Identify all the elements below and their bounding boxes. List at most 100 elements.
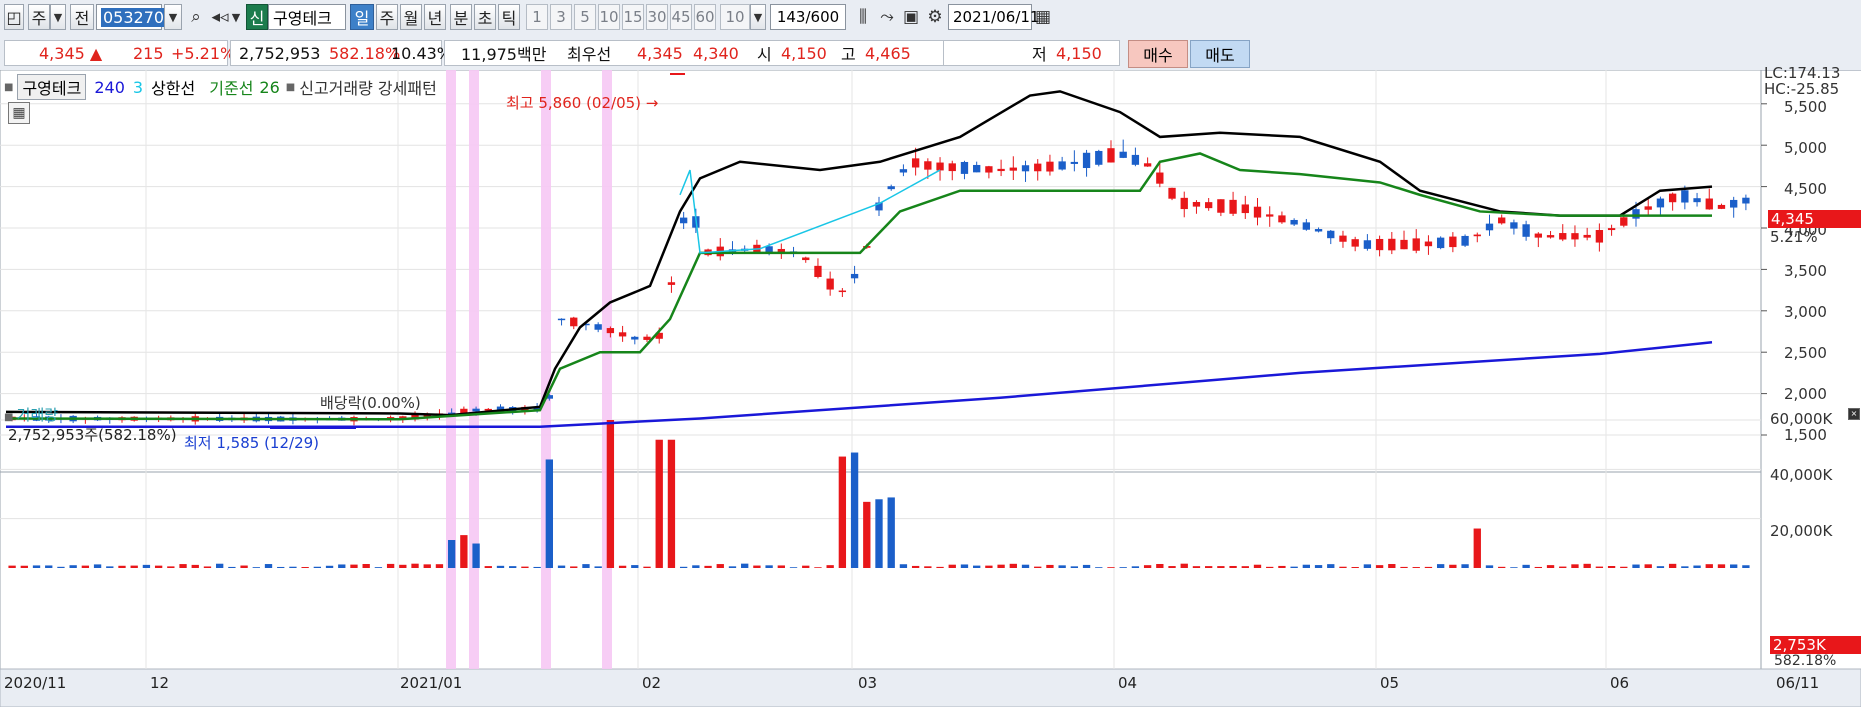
x-axis-label: 06	[1610, 674, 1630, 692]
period-day-button[interactable]: 일	[350, 4, 374, 30]
speaker-icon[interactable]: ◂◃	[210, 4, 230, 30]
interval-15-button[interactable]: 15	[622, 4, 644, 30]
candle-body	[899, 169, 908, 173]
high-label: 고	[841, 45, 856, 64]
sell-button[interactable]: 매도	[1190, 40, 1250, 68]
date-input[interactable]: 2021/06/11	[948, 4, 1039, 30]
chart-canvas[interactable]	[0, 70, 1861, 707]
price-tick: 1,500	[1784, 426, 1827, 444]
volume-bar	[924, 566, 932, 568]
volume-bar	[814, 567, 822, 568]
candle-body	[1717, 204, 1726, 209]
open-label: 시	[757, 45, 772, 64]
candle-body	[631, 336, 639, 340]
save-icon[interactable]: ▣	[900, 4, 922, 30]
legend-upper-line[interactable]: 상한선	[151, 75, 195, 99]
interval-45-button[interactable]: 45	[670, 4, 692, 30]
buy-button[interactable]: 매수	[1128, 40, 1188, 68]
interval-3-button[interactable]: 3	[550, 4, 572, 30]
period-minute-button[interactable]: 분	[450, 4, 472, 30]
indicator-icon[interactable]: ⤳	[876, 4, 898, 30]
candle-body	[887, 186, 895, 190]
volume-bar	[1180, 563, 1188, 568]
volume-bar	[1290, 566, 1298, 568]
interval-30-button[interactable]: 30	[646, 4, 668, 30]
candle-type-icon[interactable]: ⫼	[852, 4, 874, 30]
volume-bar	[777, 565, 785, 568]
data-count-field[interactable]: 143/600	[770, 4, 846, 30]
candle-body	[472, 408, 480, 412]
volume-bar	[203, 566, 212, 568]
window-menu-icon[interactable]: ◰	[4, 4, 24, 30]
period-week-button[interactable]: 주	[376, 4, 398, 30]
volume-tick: 20,000K	[1770, 522, 1833, 540]
gear-icon[interactable]: ⚙	[924, 4, 946, 30]
volume-bar	[1070, 566, 1079, 568]
legend-ma3[interactable]: 3	[133, 78, 143, 97]
stock-code-input[interactable]: 053270	[96, 4, 167, 30]
chart-area[interactable]: ■ 구영테크 240 3 상한선 기준선 26 ■ 신고거래량 강세패턴 ▦ 최…	[0, 64, 1861, 707]
new-stock-button[interactable]: 신	[246, 4, 268, 30]
volume-bar	[789, 567, 798, 568]
volume-bar	[1192, 566, 1201, 568]
candle-body	[924, 161, 932, 170]
legend-stock-name[interactable]: 구영테크	[17, 74, 87, 100]
prev-button[interactable]: 전	[70, 4, 94, 30]
legend-base-period[interactable]: 26	[259, 78, 279, 97]
candle-body	[1424, 241, 1433, 247]
volume-bar	[1302, 564, 1311, 568]
volume-bar	[228, 566, 236, 568]
volume-bar	[1156, 563, 1164, 568]
candle-body	[1107, 148, 1115, 163]
candle-body	[1510, 222, 1518, 229]
legend-ma240[interactable]: 240	[94, 78, 125, 97]
table-grid-icon[interactable]: ▦	[8, 102, 30, 124]
current-volume-pct: 582.18%	[1774, 653, 1837, 669]
period-year-button[interactable]: 년	[424, 4, 446, 30]
volume-bar	[1717, 564, 1726, 568]
market-type-select[interactable]: 주	[28, 4, 50, 30]
dividend-label: 배당락(0.00%)	[320, 394, 421, 412]
volume-bar	[1583, 563, 1591, 568]
search-icon[interactable]: ⌕	[184, 4, 208, 30]
legend-base-line[interactable]: 기준선	[209, 75, 253, 99]
legend-square-icon: ■	[285, 81, 296, 93]
volume-bar	[557, 565, 566, 568]
candle-body	[1290, 219, 1298, 225]
volume-bar	[374, 567, 383, 568]
x-axis-end-label: 06/11	[1776, 674, 1820, 692]
volume-bar	[1595, 566, 1604, 568]
volume-bar	[753, 565, 761, 568]
chevron-down-icon[interactable]: ▼	[164, 4, 182, 30]
legend-pattern[interactable]: 신고거래량 강세패턴	[299, 75, 437, 99]
stock-name-field[interactable]: 구영테크	[268, 4, 346, 30]
close-icon[interactable]: ×	[1848, 408, 1860, 420]
legend-square-icon: ■	[4, 81, 14, 93]
x-axis-label: 05	[1380, 674, 1400, 692]
volume-bar	[618, 565, 627, 568]
volume-bar	[191, 564, 199, 568]
interval-1-button[interactable]: 1	[526, 4, 548, 30]
interval-10-button[interactable]: 10	[598, 4, 620, 30]
interval-5-button[interactable]: 5	[574, 4, 596, 30]
interval-60-button[interactable]: 60	[694, 4, 716, 30]
chevron-down-icon[interactable]: ▼	[750, 4, 766, 30]
candle-body	[1644, 206, 1652, 210]
candle-body	[1266, 214, 1274, 217]
volume-tick: 60,000K	[1770, 410, 1833, 428]
candle-body	[557, 318, 566, 321]
candle-body	[1473, 234, 1481, 237]
volume-bar	[1498, 566, 1506, 568]
current-pct-label: 5.21%	[1770, 228, 1818, 246]
price-tick: 3,000	[1784, 303, 1827, 321]
calendar-icon[interactable]: ▦	[1032, 4, 1054, 30]
period-tick-button[interactable]: 틱	[498, 4, 520, 30]
period-month-button[interactable]: 월	[400, 4, 422, 30]
volume-bar	[1436, 564, 1445, 568]
period-second-button[interactable]: 초	[474, 4, 496, 30]
volume-bar	[142, 564, 151, 568]
chevron-down-icon[interactable]: ▼	[230, 4, 242, 30]
interval-select[interactable]: 10	[720, 4, 750, 30]
volume-bar	[606, 420, 615, 568]
chevron-down-icon[interactable]: ▼	[50, 4, 66, 30]
